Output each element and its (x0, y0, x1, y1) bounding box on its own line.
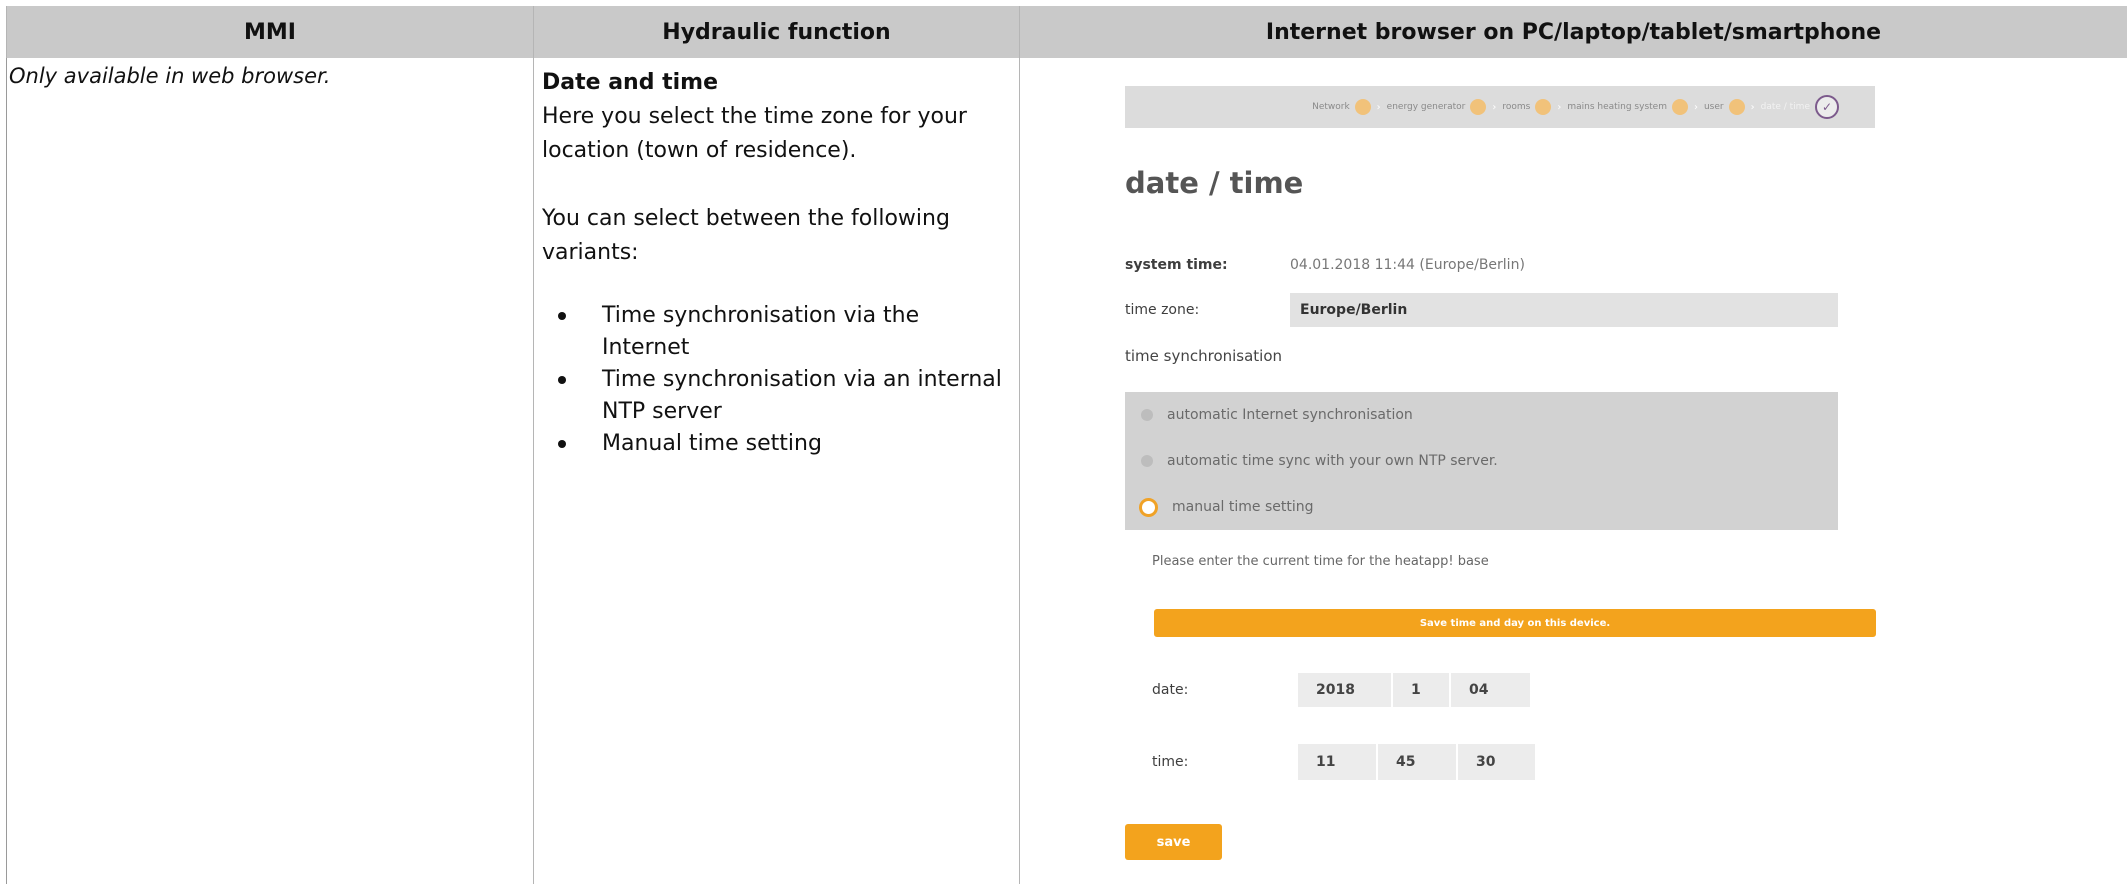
select-line-1: You can select between the following (542, 206, 950, 231)
date-month-field[interactable]: 1 (1393, 673, 1449, 707)
radio-icon[interactable] (1141, 409, 1153, 421)
check-icon (1535, 99, 1552, 115)
time-second-field[interactable]: 30 (1458, 744, 1535, 780)
browser-cell: Network › energy generator › rooms › mai… (1019, 58, 2127, 884)
time-zone-select[interactable]: Europe/Berlin (1290, 293, 1838, 327)
function-table: MMI Hydraulic function Internet browser … (6, 6, 2127, 884)
radio-selected-icon[interactable] (1139, 497, 1158, 517)
select-line-2: variants: (542, 240, 639, 265)
chevron-right-icon: › (1750, 101, 1755, 113)
date-year-field[interactable]: 2018 (1298, 673, 1391, 707)
page-title: date / time (1125, 166, 1304, 200)
check-icon (1671, 99, 1688, 115)
document-page: MMI Hydraulic function Internet browser … (0, 0, 2127, 884)
time-label: time: (1152, 754, 1189, 770)
table-body-row: Only available in web browser. Date and … (6, 58, 2127, 884)
header-mmi: MMI (6, 6, 534, 58)
intro-line-2: location (town of residence). (542, 138, 857, 163)
list-item: Time synchronisation via an internal NTP… (542, 364, 1011, 428)
time-sync-heading: time synchronisation (1125, 347, 1283, 365)
header-hydraulic-function: Hydraulic function (533, 6, 1020, 58)
chevron-right-icon: › (1492, 101, 1497, 113)
hydraulic-heading: Date and time (542, 70, 719, 95)
time-hour-field[interactable]: 11 (1298, 744, 1376, 780)
option-ntp-sync[interactable]: automatic time sync with your own NTP se… (1125, 438, 1838, 484)
date-day-field[interactable]: 04 (1451, 673, 1530, 707)
breadcrumb-step[interactable]: Network (1312, 99, 1371, 115)
chevron-right-icon: › (1557, 101, 1562, 113)
check-icon (1470, 99, 1487, 115)
manual-time-hint: Please enter the current time for the he… (1152, 554, 1489, 569)
mmi-note: Only available in web browser. (9, 64, 331, 88)
breadcrumb-step[interactable]: mains heating system (1567, 99, 1688, 115)
browser-screenshot: Network › energy generator › rooms › mai… (1020, 58, 2127, 884)
check-icon (1354, 99, 1371, 115)
table-header-row: MMI Hydraulic function Internet browser … (6, 6, 2127, 58)
chevron-right-icon: › (1376, 101, 1381, 113)
system-time-value: 04.01.2018 11:44 (Europe/Berlin) (1290, 257, 1525, 273)
time-zone-label: time zone: (1125, 302, 1200, 318)
breadcrumb-step[interactable]: energy generator (1387, 99, 1487, 115)
save-button[interactable]: save (1125, 824, 1222, 860)
mmi-cell: Only available in web browser. (6, 58, 534, 884)
system-time-label: system time: (1125, 257, 1228, 273)
chevron-right-icon: › (1693, 101, 1698, 113)
bullet-icon (558, 376, 566, 384)
option-internet-sync[interactable]: automatic Internet synchronisation (1125, 392, 1838, 438)
header-internet-browser: Internet browser on PC/laptop/tablet/sma… (1019, 6, 2127, 58)
breadcrumb-step-current[interactable]: date / time ✓ (1761, 95, 1839, 119)
list-item: Manual time setting (542, 428, 1011, 460)
check-icon (1728, 99, 1745, 115)
variant-list: Time synchronisation via the Internet Ti… (542, 300, 1011, 460)
breadcrumb: Network › energy generator › rooms › mai… (1125, 86, 1875, 128)
option-manual-time[interactable]: manual time setting (1125, 484, 1838, 530)
take-device-time-button[interactable]: Save time and day on this device. (1154, 609, 1876, 637)
hydraulic-cell: Date and time Here you select the time z… (533, 58, 1020, 884)
list-item: Time synchronisation via the Internet (542, 300, 1011, 364)
intro-line-1: Here you select the time zone for your (542, 104, 967, 129)
date-label: date: (1152, 682, 1189, 698)
breadcrumb-step[interactable]: user (1704, 99, 1745, 115)
radio-icon[interactable] (1141, 455, 1153, 467)
bullet-icon (558, 440, 566, 448)
breadcrumb-step[interactable]: rooms (1502, 99, 1552, 115)
bullet-icon (558, 312, 566, 320)
time-minute-field[interactable]: 45 (1378, 744, 1456, 780)
check-icon: ✓ (1815, 95, 1839, 119)
